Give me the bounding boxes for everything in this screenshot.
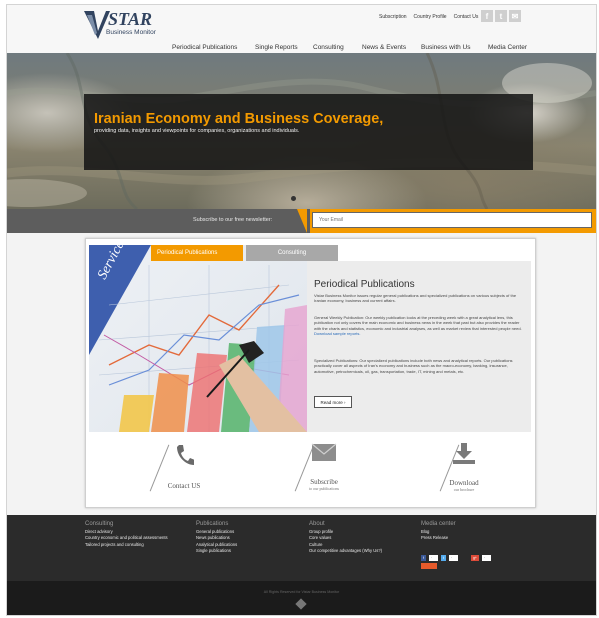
newsletter-wedge <box>297 209 307 233</box>
twitter-share-icon[interactable]: t <box>440 555 446 561</box>
contact-us-title: Contact US <box>167 482 201 490</box>
copyright: All Rights Reserved for Vistar Business … <box>263 590 340 594</box>
footer-col-media: Media center Blog Press Release <box>421 521 456 542</box>
content-weekly-text: General Weekly Publication: Our weekly p… <box>314 315 522 331</box>
top-link-contact[interactable]: Contact Us <box>454 14 479 20</box>
share-count-icon: · <box>448 555 458 561</box>
content-title: Periodical Publications <box>314 279 415 290</box>
services-chart-illustration <box>89 245 307 432</box>
tab-consulting[interactable]: Consulting <box>246 245 338 261</box>
footer-link[interactable]: Single publications <box>196 548 237 554</box>
chevron-right-icon: › <box>344 399 346 405</box>
read-more-label: Read more <box>320 399 343 405</box>
subscribe-link[interactable]: Subscribe to our publications <box>279 443 369 491</box>
download-link[interactable]: Download our brochure <box>419 443 509 492</box>
services-tabs: Periodical Publications Consulting <box>151 245 541 261</box>
share-count-icon: · <box>481 555 491 561</box>
download-title: Download <box>449 479 479 487</box>
footer-heading: About <box>309 521 325 527</box>
services-image: Services <box>89 245 307 432</box>
page-frame: STAR Business Monitor Subscription Count… <box>6 4 597 616</box>
quick-links: Contact US Subscribe to our publications… <box>89 435 532 503</box>
nav-news-events[interactable]: News & Events <box>362 44 406 51</box>
share-count-icon: · <box>428 555 438 561</box>
download-sub: our brochure <box>453 487 475 492</box>
services-panel: Services Periodical Publications Consult… <box>85 238 536 508</box>
hero-caption-box: Iranian Economy and Business Coverage, p… <box>84 94 533 170</box>
share-widgets: f · t · g+ · <box>421 555 491 561</box>
tab-content: Periodical Publications Vistar Business … <box>307 261 531 432</box>
content-intro: Vistar Business Monitor issues regular g… <box>314 293 517 304</box>
contact-us-link[interactable]: Contact US <box>139 443 229 490</box>
top-link-subscription[interactable]: Subscription <box>379 14 407 20</box>
slider-dot[interactable] <box>291 196 296 201</box>
newsletter-email-input[interactable] <box>312 212 592 228</box>
download-sample-link[interactable]: Download sample reports. <box>314 331 360 336</box>
logo-subtitle: Business Monitor <box>106 29 156 36</box>
footer-heading: Publications <box>196 521 229 527</box>
content-specialized: Specialized Publications: Our specialize… <box>314 358 513 374</box>
top-link-country-profile[interactable]: Country Profile <box>414 14 447 20</box>
nav-single-reports[interactable]: Single Reports <box>255 44 298 51</box>
footer-col-consulting: Consulting Direct advisory Country econo… <box>85 521 168 548</box>
nav-periodical-publications[interactable]: Periodical Publications <box>172 44 237 51</box>
footer-col-about: About Group profile Core values Culture … <box>309 521 382 555</box>
logo[interactable]: STAR Business Monitor <box>84 9 174 41</box>
footer-heading: Consulting <box>85 521 114 527</box>
site-header: STAR Business Monitor Subscription Count… <box>7 5 596 53</box>
social-links: f t ✉ <box>481 10 521 22</box>
facebook-like-icon[interactable]: f <box>421 555 426 561</box>
subscribe-sub: to our publications <box>309 486 339 491</box>
footer-link[interactable]: Press Release <box>421 535 456 541</box>
email-icon[interactable]: ✉ <box>509 10 521 22</box>
twitter-icon[interactable]: t <box>495 10 507 22</box>
read-more-button[interactable]: Read more › <box>314 396 352 408</box>
footer-link[interactable]: Tailored projects and consulting <box>85 542 168 548</box>
tab-periodical-publications[interactable]: Periodical Publications <box>151 245 243 261</box>
download-icon <box>453 443 475 464</box>
footer-link[interactable]: Country economic and political assessmen… <box>85 535 168 541</box>
google-plus-icon[interactable]: g+ <box>470 555 479 561</box>
content-weekly: General Weekly Publication: Our weekly p… <box>314 315 524 337</box>
footer-col-publications: Publications General publications News p… <box>196 521 237 555</box>
hero-subtitle: providing data, insights and viewpoints … <box>94 128 300 134</box>
subscribe-title: Subscribe <box>310 478 338 486</box>
footer-bottom: All Rights Reserved for Vistar Business … <box>7 581 596 615</box>
site-footer: Consulting Direct advisory Country econo… <box>7 515 596 615</box>
logo-text: STAR <box>108 9 153 29</box>
phone-icon <box>177 445 195 465</box>
facebook-icon[interactable]: f <box>481 10 493 22</box>
rss-icon[interactable] <box>421 563 437 569</box>
nav-business-with-us[interactable]: Business with Us <box>421 44 471 51</box>
nav-consulting[interactable]: Consulting <box>313 44 344 51</box>
top-links: Subscription Country Profile Contact Us <box>379 14 478 20</box>
back-to-top-icon[interactable] <box>295 598 307 610</box>
hero-title: Iranian Economy and Business Coverage, <box>94 111 384 127</box>
envelope-icon <box>311 443 337 461</box>
footer-heading: Media center <box>421 521 456 527</box>
nav-media-center[interactable]: Media Center <box>488 44 527 51</box>
newsletter-bar: Subscribe to our free newsletter: <box>7 209 596 233</box>
hero-banner: Iranian Economy and Business Coverage, p… <box>7 53 596 209</box>
footer-link[interactable]: Our competitive advantages (Why Us?) <box>309 548 382 554</box>
newsletter-label: Subscribe to our free newsletter: <box>193 217 273 223</box>
